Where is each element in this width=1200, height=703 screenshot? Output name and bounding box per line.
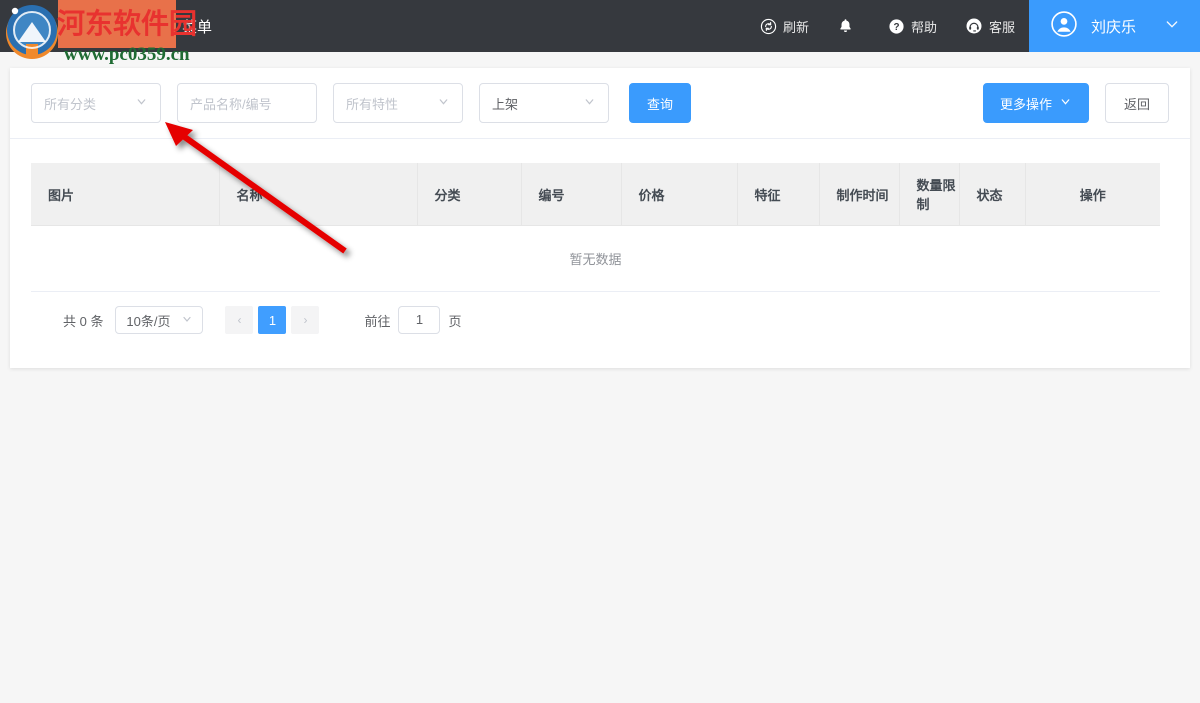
pagination-jump-input[interactable]: 1 (398, 306, 440, 334)
brand-label: 商家中心 (60, 16, 124, 37)
column-header-code[interactable]: 编号 (521, 163, 621, 226)
filter-toolbar: 所有分类 产品名称/编号 所有特性 上架 查询 更多操作 (10, 68, 1190, 139)
pagination-next-button[interactable]: › (291, 306, 319, 334)
pagination-jump-prefix: 前往 (364, 311, 390, 330)
pagination-jump-suffix: 页 (448, 311, 461, 330)
table-container: 图片 名称 分类 编号 价格 特征 制作时间 数量限制 状态 操作 暂无数据 (10, 139, 1190, 334)
query-button[interactable]: 查询 (629, 83, 691, 123)
pagination-prev-label: ‹ (237, 313, 241, 327)
user-avatar-icon (1051, 11, 1077, 41)
column-header-maketime[interactable]: 制作时间 (819, 163, 899, 226)
column-header-name[interactable]: 名称 (219, 163, 417, 226)
table-header-row: 图片 名称 分类 编号 价格 特征 制作时间 数量限制 状态 操作 (31, 163, 1160, 226)
notifications-button[interactable] (823, 0, 874, 52)
layers-icon (154, 14, 174, 38)
chevron-down-icon (1164, 16, 1180, 36)
user-menu[interactable]: 刘庆乐 (1029, 0, 1200, 52)
svg-text:?: ? (893, 22, 899, 33)
category-select-value: 所有分类 (44, 94, 129, 113)
menu-button[interactable]: 菜单 (154, 0, 212, 52)
pagination-prev-button[interactable]: ‹ (225, 306, 253, 334)
pagination-jump-value: 1 (416, 312, 423, 327)
chevron-down-icon (437, 95, 450, 111)
column-header-status[interactable]: 状态 (959, 163, 1025, 226)
pagination-jumper: 前往 1 页 (364, 306, 461, 334)
pagination: 共 0 条 10条/页 ‹ 1 › 前往 1 页 (31, 292, 1170, 334)
feature-select-value: 所有特性 (346, 94, 431, 113)
feature-select[interactable]: 所有特性 (333, 83, 463, 123)
user-name: 刘庆乐 (1091, 16, 1136, 37)
products-table: 图片 名称 分类 编号 价格 特征 制作时间 数量限制 状态 操作 暂无数据 (31, 163, 1160, 292)
toolbar-right-group: 更多操作 返回 (983, 83, 1169, 123)
chevron-down-icon (583, 95, 596, 111)
menu-label: 菜单 (182, 16, 212, 37)
back-button-label: 返回 (1124, 94, 1150, 113)
refresh-button[interactable]: 刷新 (746, 0, 823, 52)
pagination-total: 共 0 条 (63, 311, 103, 330)
shelf-status-select[interactable]: 上架 (479, 83, 609, 123)
table-empty-row: 暂无数据 (31, 226, 1160, 292)
column-header-feature[interactable]: 特征 (737, 163, 819, 226)
empty-state-text: 暂无数据 (31, 226, 1160, 292)
help-label: 帮助 (911, 17, 937, 36)
chevron-down-icon (135, 95, 148, 111)
query-button-label: 查询 (647, 94, 673, 113)
back-button[interactable]: 返回 (1105, 83, 1169, 123)
more-actions-label: 更多操作 (1000, 94, 1052, 113)
support-label: 客服 (989, 17, 1015, 36)
support-button[interactable]: 客服 (951, 0, 1029, 52)
column-header-category[interactable]: 分类 (417, 163, 521, 226)
pagination-next-label: › (303, 313, 307, 327)
help-icon: ? (888, 18, 905, 35)
page-size-value: 10条/页 (126, 311, 170, 330)
column-header-actions: 操作 (1025, 163, 1160, 226)
pagination-page-1-label: 1 (269, 313, 276, 328)
app-header: 商家中心 菜单 刷新 (0, 0, 1200, 52)
refresh-icon (760, 18, 777, 35)
page-size-select[interactable]: 10条/页 (115, 306, 203, 334)
table-body: 暂无数据 (31, 226, 1160, 292)
brand-title: 商家中心 (60, 0, 124, 52)
bell-icon (837, 17, 854, 35)
pagination-page-1[interactable]: 1 (258, 306, 286, 334)
help-button[interactable]: ? 帮助 (874, 0, 951, 52)
content-card: 所有分类 产品名称/编号 所有特性 上架 查询 更多操作 (10, 68, 1190, 368)
chevron-down-icon (1059, 95, 1072, 111)
column-header-price[interactable]: 价格 (621, 163, 737, 226)
shelf-status-value: 上架 (492, 94, 577, 113)
more-actions-button[interactable]: 更多操作 (983, 83, 1089, 123)
keyword-input-placeholder: 产品名称/编号 (190, 94, 304, 113)
column-header-quantity-limit[interactable]: 数量限制 (899, 163, 959, 226)
category-select[interactable]: 所有分类 (31, 83, 161, 123)
headset-icon (965, 17, 983, 35)
chevron-down-icon (181, 313, 193, 328)
column-header-image[interactable]: 图片 (31, 163, 219, 226)
refresh-label: 刷新 (783, 17, 809, 36)
keyword-input[interactable]: 产品名称/编号 (177, 83, 317, 123)
